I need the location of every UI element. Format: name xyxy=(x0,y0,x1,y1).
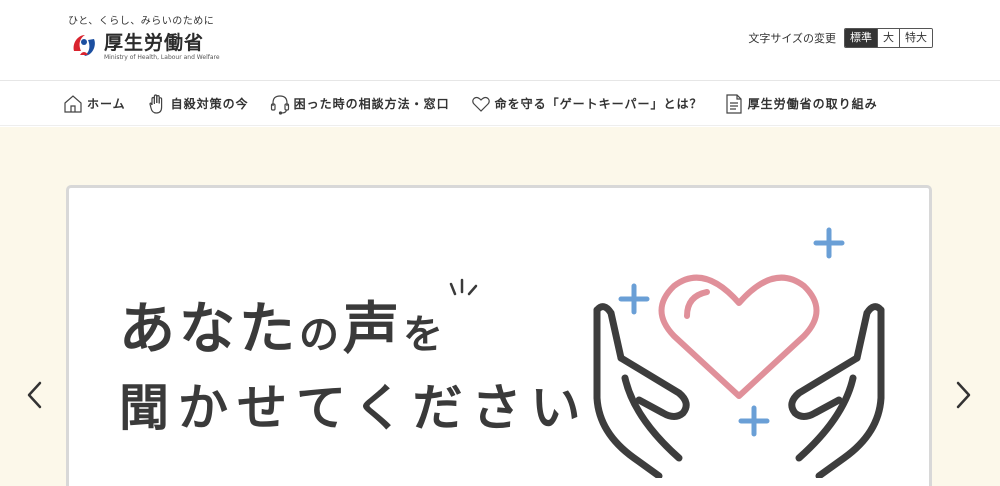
mhlw-emblem-icon xyxy=(69,30,99,60)
headline-line-2: 聞かせてください xyxy=(119,379,590,437)
nav-item-current-measures[interactable]: 自殺対策の今 xyxy=(146,93,249,115)
home-icon xyxy=(64,94,82,113)
nav-item-gatekeeper[interactable]: 命を守る「ゲートキーパー」とは？ xyxy=(470,93,703,115)
main-nav: ホーム 自殺対策の今 困った時の相談方法・窓口 命を守る「ゲートキーパー」とは？… xyxy=(0,81,1000,126)
nav-item-label: 自殺対策の今 xyxy=(170,97,249,111)
tagline: ひと、くらし、みらいのために xyxy=(68,16,215,27)
ministry-name: 厚生労働省 xyxy=(104,32,205,54)
headline-text: 声 xyxy=(343,297,403,362)
font-size-switcher: 文字サイズの変更 標準 大 特大 xyxy=(748,28,933,48)
carousel-slide[interactable]: あなたの声を 聞かせてください xyxy=(66,185,932,486)
site-header: ひと、くらし、みらいのために 厚生労働省 Ministry of Health,… xyxy=(0,0,1000,81)
nav-item-consultation[interactable]: 困った時の相談方法・窓口 xyxy=(269,93,450,115)
font-size-options: 標準 大 特大 xyxy=(844,28,933,48)
nav-item-label: ホーム xyxy=(87,97,126,111)
site-logo[interactable]: ひと、くらし、みらいのために 厚生労働省 Ministry of Health,… xyxy=(68,12,228,72)
chevron-right-icon[interactable] xyxy=(950,377,976,413)
chevron-left-icon[interactable] xyxy=(22,377,48,413)
ministry-name-en: Ministry of Health, Labour and Welfare xyxy=(104,54,220,61)
document-icon xyxy=(725,93,742,114)
nav-item-label: 困った時の相談方法・窓口 xyxy=(293,97,450,111)
hero-carousel: あなたの声を 聞かせてください xyxy=(0,127,1000,486)
headset-icon xyxy=(270,94,289,115)
font-size-standard-button[interactable]: 標準 xyxy=(845,29,877,47)
nav-item-mhlw-efforts[interactable]: 厚生労働省の取り組み xyxy=(723,93,878,115)
heart-icon xyxy=(471,96,490,112)
voice-accent-icon xyxy=(449,278,478,296)
nav-item-label: 厚生労働省の取り組み xyxy=(747,97,878,111)
nav-item-label: 命を守る「ゲートキーパー」とは？ xyxy=(494,97,703,111)
headline-text-small: の xyxy=(299,312,343,358)
hand-icon xyxy=(149,93,162,114)
font-size-label: 文字サイズの変更 xyxy=(748,32,836,45)
nav-item-home[interactable]: ホーム xyxy=(62,93,126,115)
headline-text-small: を xyxy=(403,312,447,358)
headline-line-1: あなたの声を xyxy=(119,284,447,365)
font-size-large-button[interactable]: 大 xyxy=(877,29,899,47)
headline-text: あなた xyxy=(119,297,299,362)
nav-list: ホーム 自殺対策の今 困った時の相談方法・窓口 命を守る「ゲートキーパー」とは？… xyxy=(62,81,898,126)
font-size-xlarge-button[interactable]: 特大 xyxy=(899,29,932,47)
hands-holding-heart-icon xyxy=(593,227,885,478)
